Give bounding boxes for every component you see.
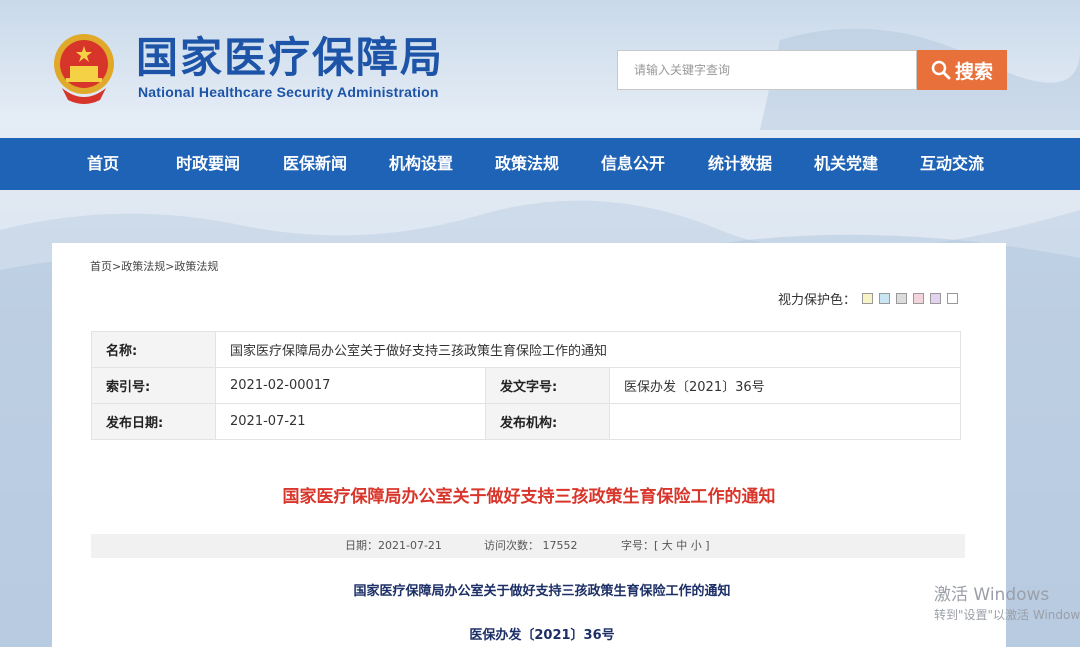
content-panel: 首页>政策法规>政策法规 视力保护色： 名称: 国家医疗保障局办公室关于做好支持… (52, 243, 1006, 647)
meta-value-org (609, 403, 961, 440)
meta-value-docno: 医保办发〔2021〕36号 (609, 367, 961, 404)
meta-value-index: 2021-02-00017 (215, 367, 486, 404)
article-title: 国家医疗保障局办公室关于做好支持三孩政策生育保险工作的通知 (282, 487, 776, 507)
nav-item-statistics[interactable]: 统计数据 (708, 138, 772, 190)
watermark-line-1: 激活 Windows (934, 585, 1050, 605)
main-nav: 首页 时政要闻 医保新闻 机构设置 政策法规 信息公开 统计数据 机关党建 互动… (0, 138, 1080, 190)
nav-item-disclosure[interactable]: 信息公开 (601, 138, 665, 190)
nav-item-news[interactable]: 时政要闻 (176, 138, 240, 190)
document-meta-table: 名称: 国家医疗保障局办公室关于做好支持三孩政策生育保险工作的通知 索引号: 2… (91, 331, 961, 440)
windows-activation-watermark: 激活 Windows 转到"设置"以激活 Windows。 (934, 584, 1080, 624)
meta-row-date: 发布日期: 2021-07-21 发布机构: (91, 403, 961, 440)
site-header: 国家医疗保障局 National Healthcare Security Adm… (0, 0, 1080, 138)
swatch-blue[interactable] (879, 293, 891, 304)
national-emblem-icon (54, 34, 114, 104)
search-button[interactable]: 搜索 (917, 50, 1007, 90)
watermark-line-2: 转到"设置"以激活 Windows。 (934, 608, 1080, 622)
nav-item-healthcare-news[interactable]: 医保新闻 (283, 138, 347, 190)
swatch-pink[interactable] (913, 293, 925, 304)
nav-item-home[interactable]: 首页 (87, 138, 119, 190)
article-doc-number: 医保办发〔2021〕36号 (469, 628, 615, 643)
search-input[interactable]: 请输入关键字查询 (617, 50, 917, 90)
meta-label-org: 发布机构: (485, 403, 610, 440)
eye-protect-color-picker: 视力保护色： (778, 289, 959, 308)
breadcrumb[interactable]: 首页>政策法规>政策法规 (90, 258, 218, 274)
meta-value-name: 国家医疗保障局办公室关于做好支持三孩政策生育保险工作的通知 (215, 331, 961, 368)
meta-value-date: 2021-07-21 (215, 403, 486, 440)
article-date: 日期：2021-07-21 (345, 539, 442, 552)
nav-item-interaction[interactable]: 互动交流 (920, 138, 984, 190)
meta-label-date: 发布日期: (91, 403, 216, 440)
search-icon (931, 60, 951, 80)
site-subtitle: National Healthcare Security Administrat… (138, 84, 439, 100)
meta-label-index: 索引号: (91, 367, 216, 404)
swatch-purple[interactable] (930, 293, 942, 304)
meta-label-docno: 发文字号: (485, 367, 610, 404)
font-size-switcher[interactable]: 字号：[ 大 中 小 ] (621, 534, 710, 558)
article-visits: 访问次数： 17552 (484, 539, 578, 552)
nav-item-organization[interactable]: 机构设置 (389, 138, 453, 190)
swatch-gray[interactable] (896, 293, 908, 304)
search-button-label: 搜索 (954, 61, 993, 83)
article-body-title: 国家医疗保障局办公室关于做好支持三孩政策生育保险工作的通知 (353, 584, 731, 599)
nav-item-policy[interactable]: 政策法规 (495, 138, 559, 190)
eye-protect-label: 视力保护色： (778, 293, 857, 308)
article-info-bar: 日期：2021-07-21 访问次数： 17552 字号：[ 大 中 小 ] (91, 534, 965, 558)
nav-item-party[interactable]: 机关党建 (814, 138, 878, 190)
meta-row-index: 索引号: 2021-02-00017 发文字号: 医保办发〔2021〕36号 (91, 367, 961, 404)
meta-label-name: 名称: (91, 331, 216, 368)
swatch-white[interactable] (947, 293, 959, 304)
meta-row-name: 名称: 国家医疗保障局办公室关于做好支持三孩政策生育保险工作的通知 (91, 331, 961, 368)
site-title: 国家医疗保障局 (136, 33, 445, 82)
swatch-yellow[interactable] (862, 293, 874, 304)
